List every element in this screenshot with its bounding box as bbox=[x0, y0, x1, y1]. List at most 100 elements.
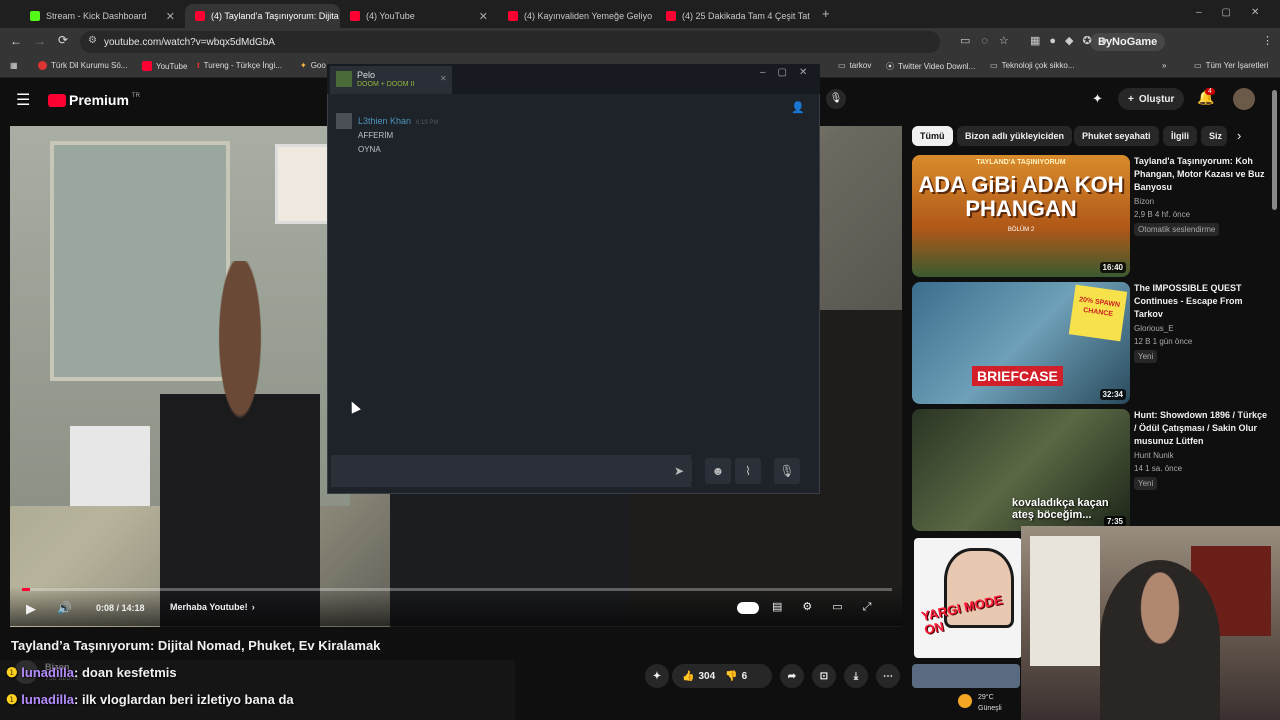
sender-avatar bbox=[336, 113, 352, 129]
sun-icon bbox=[958, 694, 972, 708]
chip-all[interactable]: Tümü bbox=[912, 126, 953, 146]
new-tab-icon[interactable]: + bbox=[822, 6, 830, 21]
progress-bar[interactable] bbox=[22, 588, 892, 591]
youtube-logo[interactable]: Premium TR bbox=[48, 92, 140, 108]
video-thumbnail[interactable]: TAYLAND'A TAŞINIYORUM ADA GiBi ADA KOH P… bbox=[912, 155, 1130, 277]
bookmark-label: Twitter Video Downl... bbox=[898, 62, 976, 71]
dubbing-badge: Otomatik seslendirme bbox=[1134, 223, 1220, 236]
reload-icon[interactable]: ⟳ bbox=[58, 33, 68, 47]
bookmark-goo[interactable]: ✦ Goo bbox=[300, 61, 326, 70]
new-badge: Yeni bbox=[1134, 350, 1158, 363]
extension-icons-2[interactable]: ▦●◆✪● bbox=[1030, 34, 1116, 47]
chat-input[interactable] bbox=[331, 455, 691, 487]
bookmark-tureng[interactable]: t Tureng - Türkçe İngi... bbox=[197, 61, 282, 70]
bookmark-tdk[interactable]: Türk Dil Kurumu Sö... bbox=[38, 61, 127, 70]
tab-label: (4) Tayland’a Taşınıyorum: Dijita bbox=[211, 11, 339, 21]
bookmark-tarkov[interactable]: ▭ tarkov bbox=[838, 61, 871, 70]
tab-25-dakikada[interactable]: (4) 25 Dakikada Tam 4 Çeşit Tat ✕ bbox=[656, 4, 816, 28]
site-info-icon[interactable]: ⚙ bbox=[88, 35, 97, 46]
share-icon[interactable]: ➦ bbox=[780, 664, 804, 688]
video-thumbnail[interactable]: 20% SPAWN CHANCE BRIEFCASE 32:34 bbox=[912, 282, 1130, 404]
premium-icon[interactable]: ✦ bbox=[645, 664, 669, 688]
hamburger-menu-icon[interactable]: ☰ bbox=[16, 90, 30, 110]
recommendation-title[interactable]: Hunt: Showdown 1896 / Türkçe / Ödül Çatı… bbox=[1134, 409, 1268, 448]
message-header: L3thien Khan 6:19 PM bbox=[358, 116, 438, 126]
chevron-right-icon[interactable]: › bbox=[1237, 128, 1241, 143]
more-bookmarks-icon[interactable]: » bbox=[1162, 61, 1166, 70]
thumbnail-text: BRIEFCASE bbox=[972, 366, 1063, 386]
add-friend-icon[interactable]: 👤 bbox=[791, 101, 805, 114]
recommendation-channel[interactable]: Bizon bbox=[1134, 197, 1154, 206]
recommendation-item[interactable]: 20% SPAWN CHANCE BRIEFCASE 32:34 The IMP… bbox=[912, 282, 1272, 404]
logo-text: Premium bbox=[69, 92, 129, 108]
recommendation-title[interactable]: Tayland'a Taşınıyorum: Koh Phangan, Moto… bbox=[1134, 155, 1268, 194]
tab-label: (4) 25 Dakikada Tam 4 Çeşit Tat bbox=[682, 11, 810, 21]
menu-icon[interactable]: ⋮ bbox=[1262, 34, 1273, 47]
friend-avatar bbox=[336, 71, 352, 87]
close-icon[interactable]: ✕ bbox=[440, 74, 447, 83]
chip-phuket[interactable]: Phuket seyahati bbox=[1074, 126, 1159, 146]
url-field[interactable]: ⚙ youtube.com/watch?v=wbqx5dMdGbA bbox=[80, 31, 940, 53]
tab-youtube[interactable]: (4) YouTube ✕ bbox=[340, 4, 498, 28]
notification-count: 4 bbox=[1205, 88, 1215, 95]
recommendation-channel[interactable]: Hunt Nunik bbox=[1134, 451, 1174, 460]
recommendation-title[interactable]: The IMPOSSIBLE QUEST Continues - Escape … bbox=[1134, 282, 1268, 321]
thumbs-down-icon[interactable]: 👎 bbox=[725, 671, 737, 682]
voice-icon[interactable]: 🎙 bbox=[774, 458, 800, 484]
sender-name[interactable]: L3thien Khan bbox=[358, 116, 411, 126]
recommendation-meta: 12 B 1 gün önce bbox=[1134, 337, 1193, 346]
logo-country: TR bbox=[131, 93, 140, 99]
video-thumbnail[interactable]: kovaladıkça kaçan ateş böceğim... 7:35 bbox=[912, 409, 1130, 531]
avatar[interactable] bbox=[1233, 88, 1255, 110]
thumbnail-subtitle: 20% SPAWN CHANCE bbox=[1068, 284, 1128, 342]
back-icon[interactable]: ← bbox=[10, 34, 22, 48]
yargi-overlay: YARGI MODE ON bbox=[914, 538, 1022, 658]
recommendation-item[interactable]: TAYLAND'A TAŞINIYORUM ADA GiBi ADA KOH P… bbox=[912, 155, 1272, 277]
send-icon[interactable]: ➤ bbox=[666, 458, 692, 484]
like-button[interactable]: 👍 304 👎 6 bbox=[672, 664, 772, 688]
bookmark-all[interactable]: ▭ Tüm Yer İşaretleri bbox=[1194, 61, 1268, 70]
play-icon[interactable]: ▶ bbox=[26, 601, 36, 617]
tab-label: (4) Kayınvaliden Yemeğe Geliyo bbox=[524, 11, 653, 21]
settings-icon[interactable]: ⚙ bbox=[804, 600, 814, 613]
create-button[interactable]: + Oluştur bbox=[1118, 88, 1185, 110]
extension-icons[interactable]: ▭◌☆ bbox=[960, 34, 1020, 47]
bookmark-youtube[interactable]: YouTube bbox=[142, 61, 187, 71]
stream-chat-overlay: ❶ lunadilla: doan kesfetmis ❶ lunadilla:… bbox=[0, 660, 515, 720]
more-icon[interactable]: ⋯ bbox=[876, 664, 900, 688]
chip-uploader[interactable]: Bizon adlı yükleyiciden bbox=[957, 126, 1073, 146]
page-scrollbar[interactable] bbox=[1272, 90, 1277, 210]
attachment-icon[interactable]: ⌇ bbox=[735, 458, 761, 484]
volume-icon[interactable]: 🔊 bbox=[57, 601, 72, 615]
chip-related[interactable]: İlgili bbox=[1163, 126, 1197, 146]
download-icon[interactable]: ⤓ bbox=[844, 664, 868, 688]
chat-text: : doan kesfetmis bbox=[74, 665, 177, 680]
bookmark-teknoloji[interactable]: ▭ Teknoloji çok sikko... bbox=[990, 61, 1074, 70]
apps-icon[interactable]: ▦ bbox=[10, 61, 18, 70]
recommendation-item[interactable]: kovaladıkça kaçan ateş böceğim... 7:35 H… bbox=[912, 409, 1272, 531]
chapter-button[interactable]: Merhaba Youtube! › bbox=[170, 602, 255, 612]
bookmark-twitter-video[interactable]: ⦿ Twitter Video Downl... bbox=[886, 61, 975, 72]
tab-kick-dashboard[interactable]: Stream - Kick Dashboard ✕ bbox=[20, 4, 185, 28]
window-controls[interactable]: –▢✕ bbox=[1196, 7, 1279, 18]
chevron-right-icon: › bbox=[251, 602, 255, 612]
bookmark-label: Türk Dil Kurumu Sö... bbox=[51, 61, 128, 70]
tab-active-video[interactable]: (4) Tayland’a Taşınıyorum: Dijita ✕ bbox=[185, 4, 340, 28]
bookmark-label: Tureng - Türkçe İngi... bbox=[203, 61, 282, 70]
save-icon[interactable]: ⊡ bbox=[812, 664, 836, 688]
player-right-controls[interactable]: ▤⚙▭⤢ bbox=[772, 600, 891, 614]
mic-icon[interactable]: 🎙 bbox=[826, 89, 846, 109]
steam-window-controls[interactable]: –▢✕ bbox=[760, 67, 819, 78]
video-thumbnail[interactable] bbox=[912, 664, 1020, 688]
emoticon-icon[interactable]: ☻ bbox=[705, 458, 731, 484]
forward-icon[interactable]: → bbox=[34, 34, 46, 48]
autoplay-toggle[interactable] bbox=[737, 602, 759, 614]
close-icon[interactable]: ✕ bbox=[479, 10, 488, 23]
webcam-overlay bbox=[1021, 526, 1280, 720]
premium-badge-icon[interactable]: ✦ bbox=[1092, 91, 1103, 107]
close-icon[interactable]: ✕ bbox=[166, 10, 175, 23]
chip-for-you[interactable]: Siz bbox=[1201, 126, 1227, 146]
recommendation-channel[interactable]: Glorious_E bbox=[1134, 324, 1174, 333]
steam-chat-tab[interactable]: Pelo DOOM + DOOM II ✕ bbox=[330, 66, 452, 94]
tab-kayinvalide[interactable]: (4) Kayınvaliden Yemeğe Geliyo ✕ bbox=[498, 4, 656, 28]
